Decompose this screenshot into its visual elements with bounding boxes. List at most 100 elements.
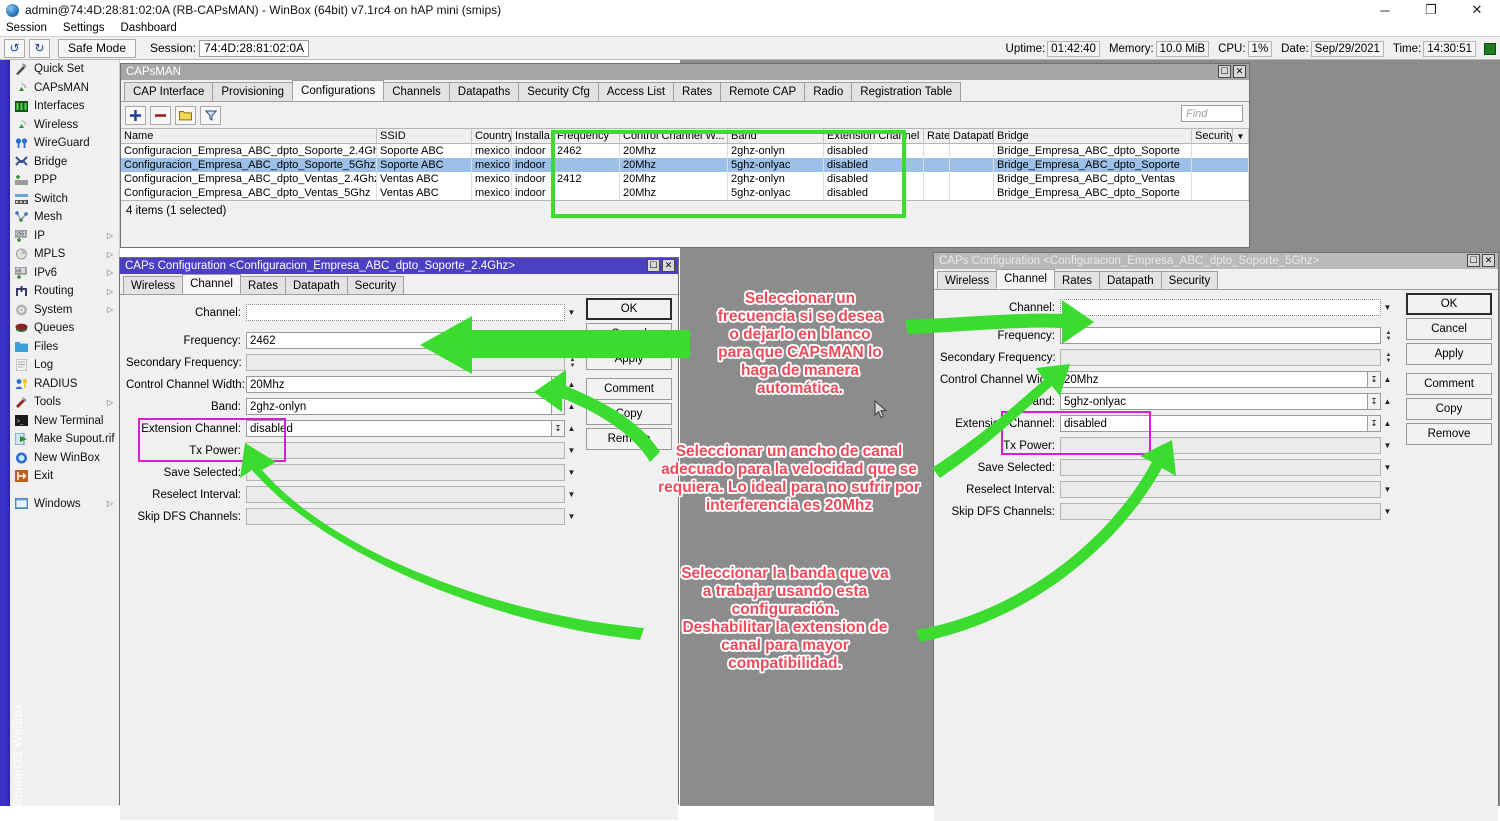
remove-button[interactable]: Remove <box>586 428 672 450</box>
dialog-tab-rates[interactable]: Rates <box>1054 271 1100 289</box>
column-header-security[interactable]: Security <box>1192 129 1233 143</box>
apply-button[interactable]: Apply <box>586 348 672 370</box>
sidebar-item-queues[interactable]: Queues <box>0 319 119 338</box>
tab-security-cfg[interactable]: Security Cfg <box>518 82 599 101</box>
menu-dashboard[interactable]: Dashboard <box>120 22 176 34</box>
field-input-frequency[interactable] <box>1060 327 1381 344</box>
sidebar-item-quick-set[interactable]: Quick Set <box>0 60 119 79</box>
field-input-control-channel-width[interactable]: 20Mhz <box>246 376 552 393</box>
collapse-arrow-icon[interactable]: ▲ <box>1381 419 1394 428</box>
cancel-button[interactable]: Cancel <box>586 323 672 345</box>
sidebar-item-ip[interactable]: 255IP▷ <box>0 227 119 246</box>
sidebar-item-new-terminal[interactable]: >_New Terminal <box>0 412 119 431</box>
column-header-bridge[interactable]: Bridge <box>994 129 1192 143</box>
safe-mode-button[interactable]: Safe Mode <box>58 39 136 58</box>
column-header-ssid[interactable]: SSID <box>377 129 472 143</box>
sidebar-item-log[interactable]: Log <box>0 356 119 375</box>
chevron-down-icon[interactable]: ▼ <box>565 512 578 521</box>
comment-button[interactable]: Comment <box>586 378 672 400</box>
column-chooser-icon[interactable]: ▼ <box>1233 129 1249 143</box>
collapse-arrow-icon[interactable]: ▲ <box>1381 375 1394 384</box>
sidebar-item-wireless[interactable]: Wireless <box>0 116 119 135</box>
sidebar-item-windows[interactable]: Windows▷ <box>0 495 119 514</box>
sidebar-item-interfaces[interactable]: Interfaces <box>0 97 119 116</box>
copy-button[interactable]: Copy <box>1406 398 1492 420</box>
dialog-left-close-icon[interactable]: ✕ <box>662 259 675 272</box>
chevron-down-icon[interactable]: ▼ <box>565 490 578 499</box>
dropdown-icon[interactable]: ↧ <box>1368 371 1381 388</box>
tab-registration-table[interactable]: Registration Table <box>851 82 961 101</box>
remove-button[interactable]: Remove <box>1406 423 1492 445</box>
chevron-down-icon[interactable]: ▼ <box>1381 303 1394 312</box>
sidebar-item-ipv6[interactable]: v6IPv6▷ <box>0 264 119 283</box>
tab-channels[interactable]: Channels <box>383 82 450 101</box>
field-input-save-selected[interactable] <box>1060 459 1381 476</box>
table-row[interactable]: Configuracion_Empresa_ABC_dpto_Soporte_5… <box>121 158 1249 172</box>
add-icon[interactable] <box>125 106 146 125</box>
sidebar-item-switch[interactable]: Switch <box>0 190 119 209</box>
apply-button[interactable]: Apply <box>1406 343 1492 365</box>
sidebar-item-routing[interactable]: Routing▷ <box>0 282 119 301</box>
column-header-ccw[interactable]: Control Channel W... <box>620 129 728 143</box>
field-input-tx-power[interactable] <box>1060 437 1381 454</box>
field-input-tx-power[interactable] <box>246 442 565 459</box>
dialog-tab-channel[interactable]: Channel <box>182 274 241 294</box>
chevron-down-icon[interactable]: ▼ <box>1381 441 1394 450</box>
field-input-channel[interactable] <box>1060 299 1381 316</box>
find-input[interactable]: Find <box>1181 105 1243 122</box>
field-input-band[interactable]: 2ghz-onlyn <box>246 398 552 415</box>
dialog-right-close-icon[interactable]: ✕ <box>1482 254 1495 267</box>
dropdown-icon[interactable]: ↧ <box>552 398 565 415</box>
capsman-close-icon[interactable]: ✕ <box>1233 65 1246 78</box>
capsman-maximize-icon[interactable]: ☐ <box>1218 65 1231 78</box>
session-value[interactable]: 74:4D:28:81:02:0A <box>199 40 309 57</box>
filter-icon[interactable] <box>200 106 221 125</box>
sidebar-item-radius[interactable]: RADIUS <box>0 375 119 394</box>
dropdown-icon[interactable]: ↧ <box>552 420 565 437</box>
sidebar-item-wireguard[interactable]: WireGuard <box>0 134 119 153</box>
dialog-tab-rates[interactable]: Rates <box>240 276 286 294</box>
tab-cap-interface[interactable]: CAP Interface <box>124 82 213 101</box>
dialog-tab-datapath[interactable]: Datapath <box>285 276 348 294</box>
column-header-rate[interactable]: Rate <box>924 129 950 143</box>
tab-provisioning[interactable]: Provisioning <box>212 82 293 101</box>
sidebar-item-capsman[interactable]: CAPsMAN <box>0 79 119 98</box>
field-input-save-selected[interactable] <box>246 464 565 481</box>
tab-radio[interactable]: Radio <box>804 82 852 101</box>
chevron-down-icon[interactable]: ▼ <box>565 468 578 477</box>
chevron-down-icon[interactable]: ▼ <box>565 446 578 455</box>
collapse-arrow-icon[interactable]: ▲ <box>1381 397 1394 406</box>
field-input-reselect-interval[interactable] <box>1060 481 1381 498</box>
dropdown-icon[interactable]: ↧ <box>1368 415 1381 432</box>
sidebar-item-system[interactable]: System▷ <box>0 301 119 320</box>
table-row[interactable]: Configuracion_Empresa_ABC_dpto_Soporte_2… <box>121 144 1249 158</box>
tab-configurations[interactable]: Configurations <box>292 80 384 101</box>
collapse-arrow-icon[interactable]: ▲ <box>565 380 578 389</box>
field-input-control-channel-width[interactable]: 20Mhz <box>1060 371 1368 388</box>
field-input-frequency[interactable]: 2462 <box>246 332 565 349</box>
sidebar-item-mpls[interactable]: MPLS▷ <box>0 245 119 264</box>
spinner-icon[interactable]: ▲▼ <box>1383 330 1394 342</box>
column-header-install[interactable]: Installa... <box>512 129 554 143</box>
column-header-datapath[interactable]: Datapath <box>950 129 994 143</box>
tab-datapaths[interactable]: Datapaths <box>449 82 519 101</box>
tab-remote-cap[interactable]: Remote CAP <box>720 82 805 101</box>
comment-button[interactable]: Comment <box>1406 373 1492 395</box>
collapse-arrow-icon[interactable]: ▲ <box>565 424 578 433</box>
ok-button[interactable]: OK <box>1406 293 1492 315</box>
field-input-skip-dfs-channels[interactable] <box>246 508 565 525</box>
dialog-left-maximize-icon[interactable]: ☐ <box>647 259 660 272</box>
field-input-secondary-frequency[interactable] <box>1060 349 1381 366</box>
close-button[interactable]: ✕ <box>1454 0 1500 20</box>
redo-icon[interactable]: ↻ <box>29 39 50 58</box>
dialog-tab-channel[interactable]: Channel <box>996 269 1055 289</box>
dialog-tab-security[interactable]: Security <box>347 276 405 294</box>
chevron-down-icon[interactable]: ▼ <box>1381 463 1394 472</box>
collapse-arrow-icon[interactable]: ▲ <box>565 402 578 411</box>
undo-icon[interactable]: ↺ <box>4 39 25 58</box>
sidebar-item-exit[interactable]: Exit <box>0 467 119 486</box>
column-header-country[interactable]: Country <box>472 129 512 143</box>
copy-button[interactable]: Copy <box>586 403 672 425</box>
sidebar-item-tools[interactable]: Tools▷ <box>0 393 119 412</box>
field-input-channel[interactable] <box>246 304 565 321</box>
